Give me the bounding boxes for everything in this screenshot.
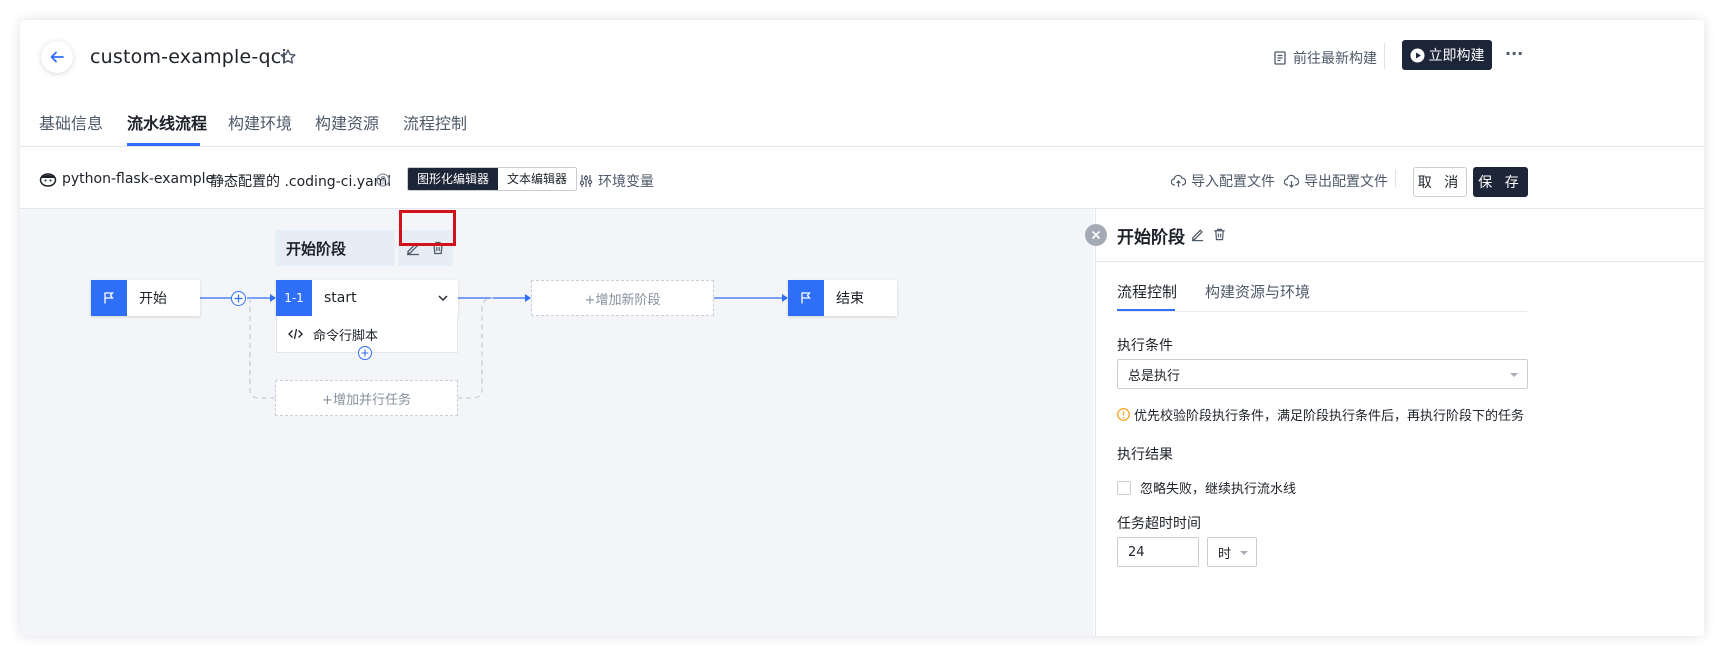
warning-icon	[1117, 408, 1130, 421]
code-icon	[288, 328, 303, 340]
more-button[interactable]: ···	[1505, 44, 1523, 63]
panel-tab-flow-control[interactable]: 流程控制	[1117, 281, 1177, 302]
start-node[interactable]: 开始	[91, 280, 200, 316]
graph-editor-tab[interactable]: 图形化编辑器	[408, 168, 499, 190]
repo-name[interactable]: python-flask-example	[62, 171, 214, 187]
trash-icon[interactable]	[1212, 227, 1227, 242]
timeout-input[interactable]: 24	[1117, 537, 1199, 567]
close-icon	[1091, 230, 1101, 240]
export-config-button[interactable]: 导出配置文件	[1284, 171, 1388, 191]
tab-build-resource[interactable]: 构建资源	[315, 110, 379, 134]
highlight-box	[399, 210, 456, 246]
exec-condition-label: 执行条件	[1117, 338, 1173, 354]
cloud-download-icon	[1284, 174, 1299, 188]
app-window: custom-example-qci 前往最新构建 立即构建 ··· 基础信息 …	[20, 20, 1704, 636]
config-source: 静态配置的 .coding-ci.yaml	[210, 174, 392, 190]
editor-mode-switch: 图形化编辑器 文本编辑器	[407, 167, 578, 191]
cancel-button[interactable]: 取 消	[1413, 167, 1467, 197]
save-button[interactable]: 保 存	[1473, 167, 1528, 197]
end-node[interactable]: 结束	[788, 280, 897, 316]
sliders-icon	[579, 175, 593, 187]
plus-icon	[361, 349, 369, 357]
divider	[1395, 170, 1396, 188]
flag-icon	[91, 280, 127, 316]
divider	[1384, 43, 1385, 69]
flag-icon	[788, 280, 824, 316]
arrow-left-icon	[50, 51, 64, 63]
import-config-button[interactable]: 导入配置文件	[1171, 171, 1275, 191]
job-index-badge: 1-1	[276, 280, 312, 316]
help-icon[interactable]	[376, 173, 390, 187]
ignore-failure-checkbox[interactable]: 忽略失败，继续执行流水线	[1117, 478, 1296, 497]
latest-build-link[interactable]: 前往最新构建	[1273, 48, 1377, 68]
pipeline-canvas: 开始 开始阶段 1-1 start 命令行脚本 +增加新阶段 +增加并行任务 结…	[20, 209, 1094, 636]
plus-icon	[234, 294, 243, 303]
stage-settings-panel: 开始阶段 流程控制 构建资源与环境 执行条件 总是执行 优先校验阶段执行条件，满…	[1085, 209, 1704, 636]
build-now-button[interactable]: 立即构建	[1402, 40, 1492, 70]
exec-condition-select[interactable]: 总是执行	[1117, 359, 1528, 389]
divider	[1096, 261, 1704, 262]
stage-header[interactable]: 开始阶段	[275, 230, 395, 266]
edit-icon[interactable]	[1190, 227, 1205, 242]
pipeline-connectors	[200, 294, 788, 399]
panel-title: 开始阶段	[1117, 228, 1185, 248]
text-editor-tab[interactable]: 文本编辑器	[498, 168, 577, 190]
timeout-label: 任务超时时间	[1117, 516, 1201, 532]
play-icon	[1410, 48, 1424, 62]
step-name: 命令行脚本	[313, 328, 379, 344]
document-icon	[1274, 51, 1286, 65]
repo-icon	[39, 173, 57, 187]
job-name: start	[324, 290, 357, 306]
add-stage-before-button[interactable]	[231, 291, 246, 306]
job-card[interactable]: 1-1 start	[276, 280, 458, 316]
chevron-down-icon	[1510, 373, 1518, 377]
panel-tab-resource-env[interactable]: 构建资源与环境	[1205, 281, 1310, 302]
condition-hint: 优先校验阶段执行条件，满足阶段执行条件后，再执行阶段下的任务	[1117, 405, 1524, 424]
active-tab-indicator	[127, 143, 200, 146]
tab-flow-control[interactable]: 流程控制	[403, 110, 467, 134]
exec-result-label: 执行结果	[1117, 447, 1173, 463]
close-panel-button[interactable]	[1085, 224, 1107, 246]
divider	[1117, 311, 1527, 312]
end-node-label: 结束	[836, 291, 864, 307]
env-vars-button[interactable]: 环境变量	[579, 171, 654, 191]
add-parallel-job-button[interactable]: +增加并行任务	[275, 380, 458, 416]
chevron-down-icon[interactable]	[438, 294, 448, 302]
header: custom-example-qci 前往最新构建 立即构建 ··· 基础信息 …	[20, 20, 1704, 147]
add-stage-button[interactable]: +增加新阶段	[531, 280, 714, 316]
chevron-down-icon	[1240, 551, 1248, 555]
add-step-button[interactable]	[358, 346, 372, 360]
tab-basic-info[interactable]: 基础信息	[39, 110, 103, 134]
page-title: custom-example-qci	[90, 46, 287, 68]
cloud-upload-icon	[1171, 174, 1186, 187]
timeout-unit-select[interactable]: 时	[1207, 537, 1257, 567]
checkbox-box[interactable]	[1117, 480, 1131, 495]
start-node-label: 开始	[139, 291, 167, 307]
star-icon[interactable]	[279, 48, 297, 66]
tab-pipeline-flow[interactable]: 流水线流程	[127, 110, 207, 134]
back-button[interactable]	[41, 41, 73, 73]
editor-toolbar: python-flask-example 静态配置的 .coding-ci.ya…	[20, 147, 1704, 209]
tab-build-env[interactable]: 构建环境	[228, 110, 292, 134]
